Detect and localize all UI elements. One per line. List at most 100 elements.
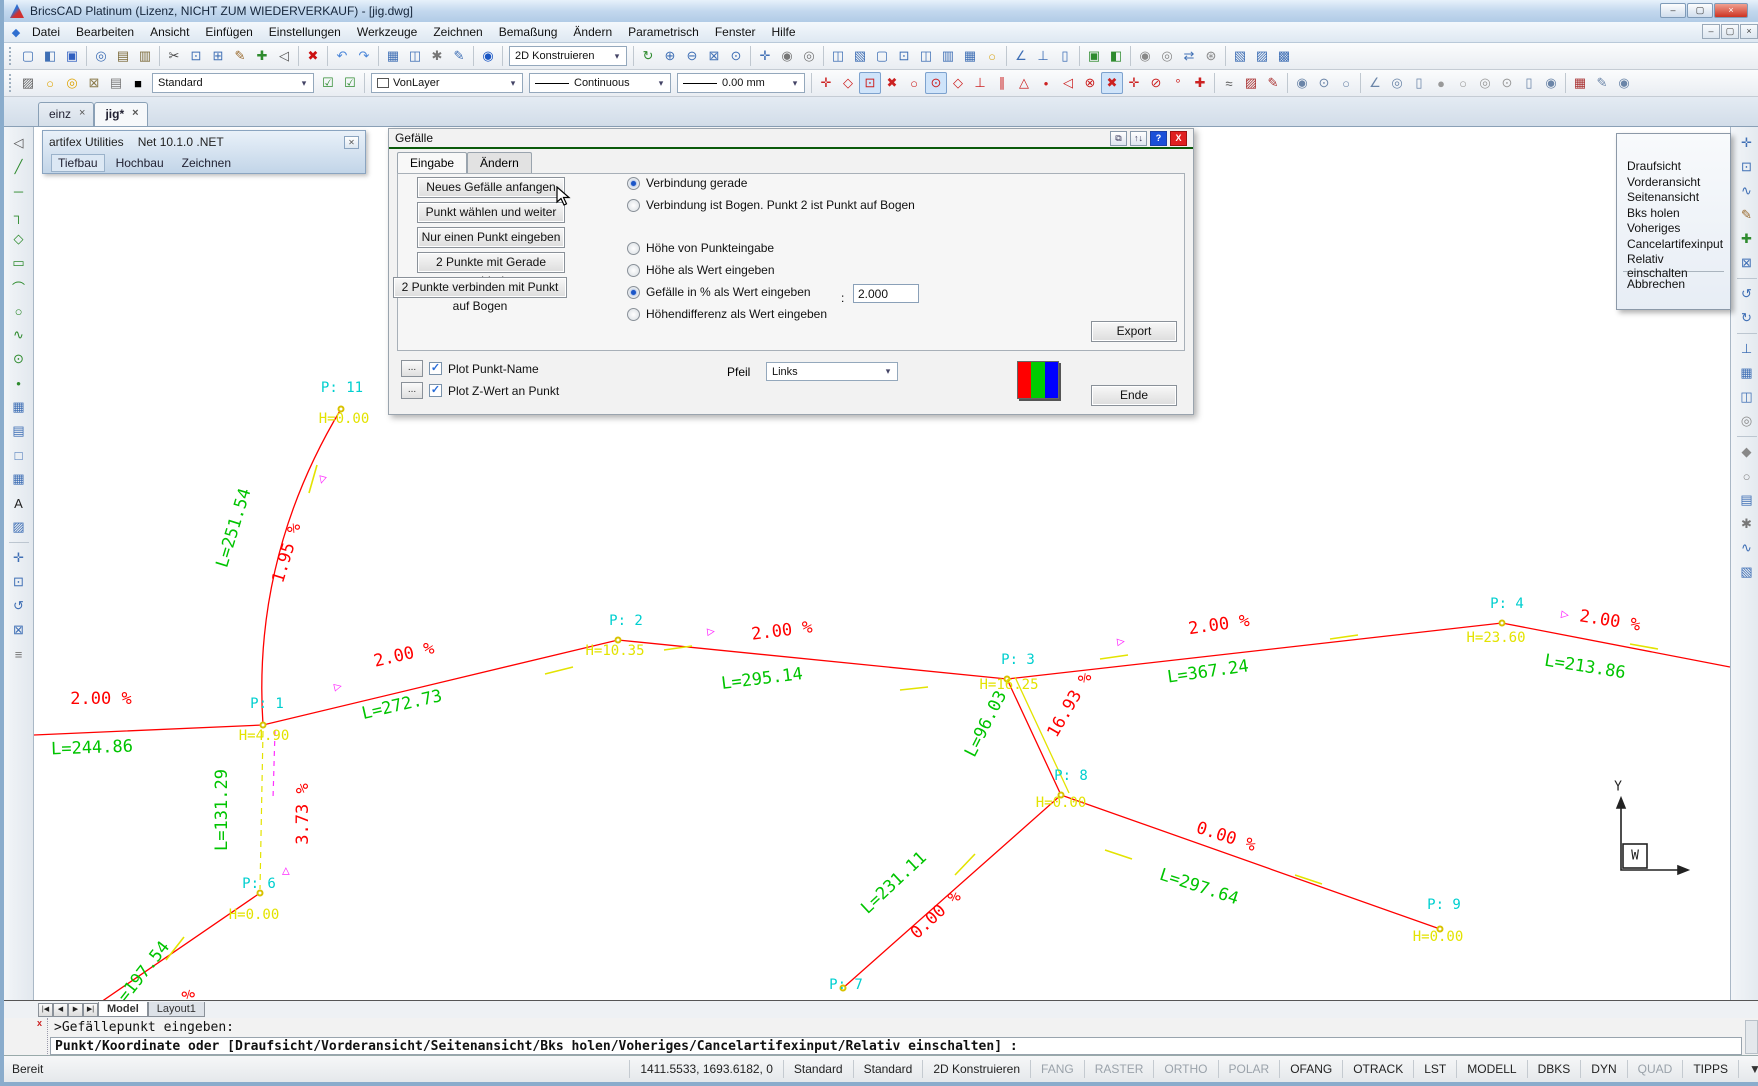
- command-window[interactable]: x >Gefällepunkt eingeben: Punkt/Koordina…: [4, 1018, 1758, 1056]
- realtime-view-icon[interactable]: ◉: [776, 45, 798, 67]
- radio-dot[interactable]: [627, 177, 640, 190]
- match-properties-icon[interactable]: ✚: [251, 45, 273, 67]
- snap-clear-icon[interactable]: ✖: [1101, 72, 1123, 94]
- region-icon[interactable]: □: [7, 443, 31, 467]
- context-menu-item-abbrechen[interactable]: Abbrechen: [1617, 276, 1730, 292]
- menu-item-ändern[interactable]: Ändern: [565, 23, 620, 41]
- globe-icon[interactable]: ◉: [1540, 72, 1562, 94]
- material-ball-icon[interactable]: ◎: [1156, 45, 1178, 67]
- hatch-toggle-icon[interactable]: ▨: [1240, 72, 1262, 94]
- snap-apparent-icon[interactable]: ⊗: [1079, 72, 1101, 94]
- status-toggle-tipps[interactable]: TIPPS: [1682, 1060, 1738, 1078]
- viewports-icon[interactable]: ▦: [959, 45, 981, 67]
- artifex-tab-zeichnen[interactable]: Zeichnen: [175, 154, 238, 172]
- status-more-dropdown[interactable]: ▼: [1738, 1060, 1758, 1078]
- polyline-icon[interactable]: ┐: [7, 203, 31, 227]
- spline-icon[interactable]: ∿: [7, 323, 31, 347]
- workspace-select[interactable]: 2D Konstruieren▾: [509, 46, 627, 66]
- layer-on-icon[interactable]: ○: [39, 72, 61, 94]
- snap-point-icon[interactable]: ✚: [1189, 72, 1211, 94]
- sheet-nav-button-0[interactable]: |◀: [38, 1003, 53, 1017]
- snap-node-icon[interactable]: •: [1035, 72, 1057, 94]
- command-close-icon[interactable]: x: [34, 1018, 47, 1028]
- layer-erase-icon[interactable]: ▨: [17, 72, 39, 94]
- command-input-box[interactable]: Punkt/Koordinate oder [Draufsicht/Vorder…: [50, 1037, 1742, 1055]
- copy-entity-icon[interactable]: ⊡: [7, 570, 31, 594]
- snap-none-icon[interactable]: ⊘: [1145, 72, 1167, 94]
- iso-view-3-icon[interactable]: ▩: [1273, 45, 1295, 67]
- snap-nearest-icon[interactable]: ◁: [1057, 72, 1079, 94]
- status-toggle-polar[interactable]: POLAR: [1218, 1060, 1280, 1078]
- select-icon[interactable]: ◁: [273, 45, 295, 67]
- maximize-button[interactable]: ▢: [1687, 3, 1713, 18]
- sheet-nav-button-2[interactable]: ▶: [68, 1003, 83, 1017]
- orbit-icon[interactable]: ∿: [1735, 179, 1758, 203]
- polygon-icon[interactable]: ◇: [7, 227, 31, 251]
- wipeout-icon[interactable]: ▨: [7, 515, 31, 539]
- dialog-title-bar[interactable]: Gefälle ⧉ ↑↓ ? X: [389, 129, 1193, 149]
- hatch-icon[interactable]: ▦: [7, 395, 31, 419]
- height-radio-4[interactable]: Höhendifferenz als Wert eingeben: [627, 307, 827, 321]
- toolbar-grip[interactable]: [9, 47, 14, 65]
- table-icon[interactable]: ▦: [7, 467, 31, 491]
- menu-item-ansicht[interactable]: Ansicht: [142, 23, 197, 41]
- snap-angle-icon[interactable]: °: [1167, 72, 1189, 94]
- document-tab-einz[interactable]: einz×: [38, 102, 94, 126]
- snap-quadrant-icon[interactable]: ◇: [947, 72, 969, 94]
- menu-item-werkzeuge[interactable]: Werkzeuge: [349, 23, 425, 41]
- dialog-float-icon[interactable]: ⧉: [1110, 131, 1127, 146]
- snap-perpendicular-icon[interactable]: ⊥: [969, 72, 991, 94]
- wire-sphere-icon[interactable]: ○: [1452, 72, 1474, 94]
- plot-z-options-button[interactable]: ...: [401, 382, 423, 399]
- dialog-tab-aendern[interactable]: Ändern: [467, 152, 532, 173]
- redo-icon[interactable]: ↷: [353, 45, 375, 67]
- layer-highlight-icon[interactable]: ◎: [61, 72, 83, 94]
- layer-lock-icon[interactable]: ⊠: [83, 72, 105, 94]
- connection-radio-2[interactable]: Verbindung ist Bogen. Punkt 2 ist Punkt …: [627, 198, 915, 212]
- artifex-close-icon[interactable]: ✕: [344, 136, 359, 149]
- close-icon[interactable]: ×: [132, 107, 138, 126]
- layer-plot-icon[interactable]: ▤: [105, 72, 127, 94]
- menu-item-einstellungen[interactable]: Einstellungen: [261, 23, 349, 41]
- radio-dot[interactable]: [627, 242, 640, 255]
- menu-item-parametrisch[interactable]: Parametrisch: [620, 23, 707, 41]
- status-toggle-raster[interactable]: RASTER: [1084, 1060, 1154, 1078]
- publish-icon[interactable]: ▥: [134, 45, 156, 67]
- regen-icon[interactable]: ↻: [637, 45, 659, 67]
- ucs-icon[interactable]: ∠: [1010, 45, 1032, 67]
- sheet-view-icon[interactable]: ◫: [1735, 385, 1758, 409]
- linetype-select[interactable]: Continuous▾: [529, 73, 671, 93]
- target-icon[interactable]: ◎: [1386, 72, 1408, 94]
- arc-icon[interactable]: ⌒: [7, 275, 31, 299]
- gradient-icon[interactable]: ▤: [7, 419, 31, 443]
- context-menu-item-bks-holen[interactable]: Bks holen: [1617, 205, 1730, 221]
- command-gutter[interactable]: x: [34, 1018, 48, 1056]
- ucs-world-icon[interactable]: ⊥: [1032, 45, 1054, 67]
- dialog-button-4[interactable]: 2 Punkte mit Gerade verbinden: [417, 252, 565, 273]
- snap-from-icon[interactable]: ✛: [1123, 72, 1145, 94]
- context-menu-item-voheriges[interactable]: Voheriges: [1617, 220, 1730, 236]
- sun-icon[interactable]: ○: [981, 45, 1003, 67]
- sketch-icon[interactable]: ✎: [1262, 72, 1284, 94]
- snap-track-icon[interactable]: ✛: [815, 72, 837, 94]
- text-icon[interactable]: A: [7, 491, 31, 515]
- color-preview-swatch[interactable]: [1017, 361, 1059, 399]
- properties-icon[interactable]: ▦: [382, 45, 404, 67]
- iso-view-2-icon[interactable]: ▨: [1251, 45, 1273, 67]
- orb-icon[interactable]: ◉: [1613, 72, 1635, 94]
- print-icon[interactable]: ▤: [112, 45, 134, 67]
- sheet-tab-model[interactable]: Model: [98, 1002, 148, 1017]
- context-menu-item-relativ-einschalten[interactable]: Relativ einschalten: [1617, 251, 1730, 267]
- construction-line-icon[interactable]: ─: [7, 179, 31, 203]
- door-view-icon[interactable]: ▯: [1054, 45, 1076, 67]
- arrow-direction-select[interactable]: Links▾: [766, 362, 898, 381]
- plot-name-options-button[interactable]: ...: [401, 360, 423, 377]
- status-toggle-quad[interactable]: QUAD: [1627, 1060, 1683, 1078]
- slope-value-input[interactable]: [853, 284, 919, 303]
- status-toggle-lst[interactable]: LST: [1413, 1060, 1456, 1078]
- doc-close-button[interactable]: ×: [1740, 24, 1758, 39]
- plot-z-value-checkbox[interactable]: ✓: [429, 384, 442, 397]
- grid-display-icon[interactable]: ▦: [1735, 361, 1758, 385]
- box-view-icon[interactable]: ▢: [871, 45, 893, 67]
- pan-icon[interactable]: ✛: [754, 45, 776, 67]
